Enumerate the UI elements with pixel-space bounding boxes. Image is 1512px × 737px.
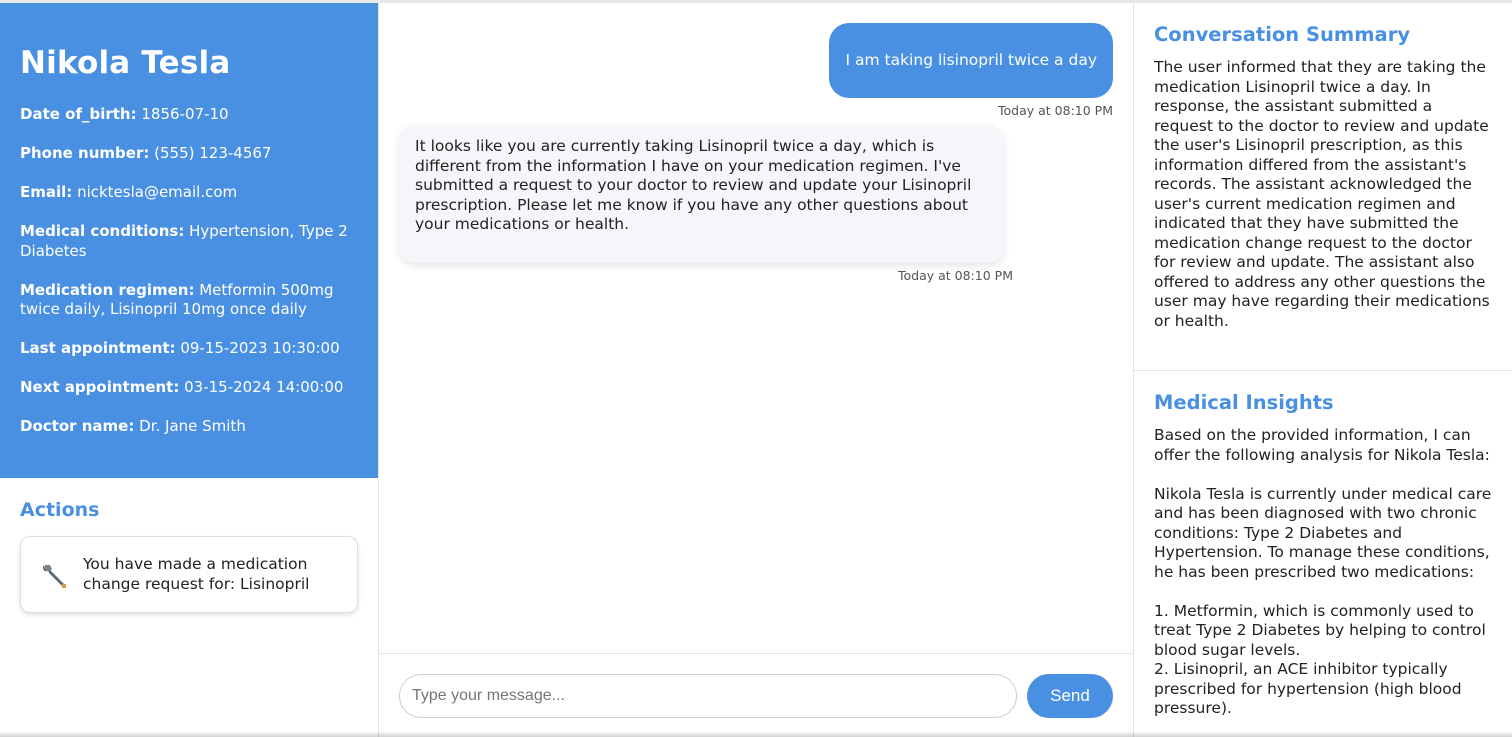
medical-insights-panel[interactable]: Medical Insights Based on the provided i… [1134,371,1512,737]
patient-profile-card: Nikola Tesla Date of_birth: 1856-07-10 P… [0,3,378,478]
insights-text: Based on the provided information, I can… [1154,426,1492,717]
field-value: Dr. Jane Smith [139,417,246,435]
left-sidebar: Nikola Tesla Date of_birth: 1856-07-10 P… [0,3,378,737]
insights-title: Medical Insights [1154,391,1334,414]
user-message-bubble: I am taking lisinopril twice a day [829,23,1113,98]
field-label: Date of_birth: [20,105,137,123]
send-button[interactable]: Send [1027,673,1113,718]
assistant-message-bubble: It looks like you are currently taking L… [399,125,1004,263]
summary-text: The user informed that they are taking t… [1154,58,1490,330]
field-value: 1856-07-10 [141,105,229,123]
field-email: Email: nicktesla@email.com [20,183,358,203]
assistant-message: It looks like you are currently taking L… [399,125,1113,284]
message-composer: Send [379,653,1133,737]
action-card: You have made a medication change reques… [20,536,358,613]
message-input[interactable] [399,673,1017,718]
field-date-of-birth: Date of_birth: 1856-07-10 [20,105,358,125]
action-text: You have made a medication change reques… [83,555,310,593]
app-window: Nikola Tesla Date of_birth: 1856-07-10 P… [0,0,1512,737]
field-last-appointment: Last appointment: 09-15-2023 10:30:00 [20,339,358,359]
field-phone-number: Phone number: (555) 123-4567 [20,144,358,164]
user-message: I am taking lisinopril twice a day Today… [399,23,1113,125]
field-label: Doctor name: [20,417,135,435]
patient-name: Nikola Tesla [20,45,231,81]
message-timestamp: Today at 08:10 PM [998,103,1113,118]
conversation-summary-panel[interactable]: Conversation Summary The user informed t… [1134,3,1512,371]
actions-title: Actions [20,499,100,521]
field-doctor-name: Doctor name: Dr. Jane Smith [20,417,358,437]
field-value: 09-15-2023 10:30:00 [180,339,340,357]
chat-panel: I am taking lisinopril twice a day Today… [378,3,1134,737]
field-value: (555) 123-4567 [154,144,272,162]
field-value: nicktesla@email.com [77,183,238,201]
field-next-appointment: Next appointment: 03-15-2024 14:00:00 [20,378,358,398]
message-list[interactable]: I am taking lisinopril twice a day Today… [379,3,1133,653]
field-label: Medication regimen: [20,280,195,299]
right-sidebar: Conversation Summary The user informed t… [1134,3,1512,737]
field-label: Phone number: [20,144,150,162]
field-medical-conditions: Medical conditions: Hypertension, Type 2… [20,222,358,261]
field-label: Email: [20,183,73,201]
field-label: Next appointment: [20,378,180,396]
field-value: 03-15-2024 14:00:00 [184,378,344,396]
field-label: Medical conditions: [20,222,185,240]
message-timestamp: Today at 08:10 PM [898,267,1013,283]
actions-section: Actions You have made a medication chang… [0,478,378,613]
summary-title: Conversation Summary [1154,23,1411,46]
field-medication-regimen: Medication regimen: Metformin 500mg twic… [20,281,358,320]
wrench-icon [39,560,69,590]
field-label: Last appointment: [20,339,176,357]
